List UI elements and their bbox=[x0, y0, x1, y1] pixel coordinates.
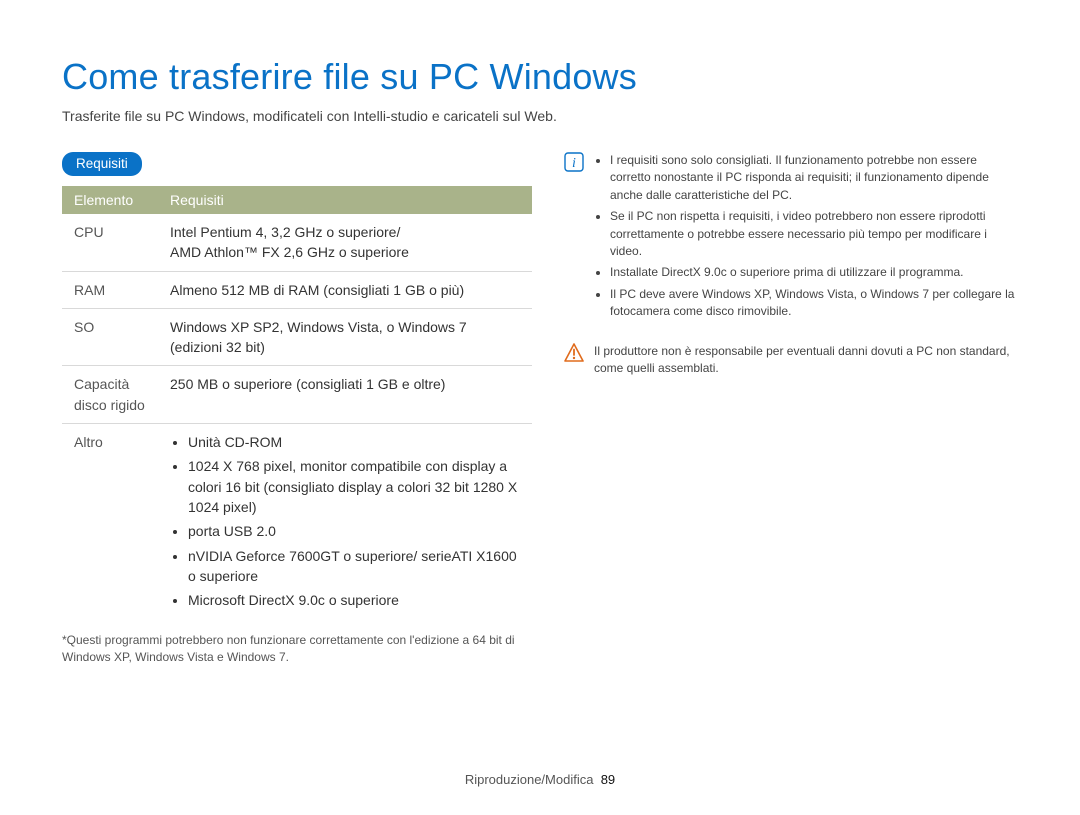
table-row: SO Windows XP SP2, Windows Vista, o Wind… bbox=[62, 308, 532, 366]
cell-value: Almeno 512 MB di RAM (consigliati 1 GB o… bbox=[158, 271, 532, 308]
list-item: porta USB 2.0 bbox=[188, 521, 520, 541]
list-item: Unità CD-ROM bbox=[188, 432, 520, 452]
page-subtitle: Trasferite file su PC Windows, modificat… bbox=[62, 108, 1018, 124]
cell-value: Windows XP SP2, Windows Vista, o Windows… bbox=[158, 308, 532, 366]
table-row: Altro Unità CD-ROM 1024 X 768 pixel, mon… bbox=[62, 424, 532, 623]
cell-value: Intel Pentium 4, 3,2 GHz o superiore/ AM… bbox=[158, 214, 532, 271]
list-item: I requisiti sono solo consigliati. Il fu… bbox=[610, 152, 1018, 204]
table-header-element: Elemento bbox=[62, 186, 158, 214]
page-footer: Riproduzione/Modifica 89 bbox=[0, 772, 1080, 787]
requirements-badge: Requisiti bbox=[62, 152, 142, 176]
list-item: nVIDIA Geforce 7600GT o superiore/ serie… bbox=[188, 546, 520, 587]
list-item: 1024 X 768 pixel, monitor compatibile co… bbox=[188, 456, 520, 517]
list-item: Se il PC non rispetta i requisiti, i vid… bbox=[610, 208, 1018, 260]
table-row: Capacità disco rigido 250 MB o superiore… bbox=[62, 366, 532, 424]
warning-note: Il produttore non è responsabile per eve… bbox=[564, 343, 1018, 378]
list-item: Il PC deve avere Windows XP, Windows Vis… bbox=[610, 286, 1018, 321]
info-icon: i bbox=[564, 152, 584, 172]
cell-label: Altro bbox=[62, 424, 158, 623]
table-header-requisiti: Requisiti bbox=[158, 186, 532, 214]
list-item: Installate DirectX 9.0c o superiore prim… bbox=[610, 264, 1018, 281]
warning-text: Il produttore non è responsabile per eve… bbox=[594, 343, 1018, 378]
table-row: CPU Intel Pentium 4, 3,2 GHz o superiore… bbox=[62, 214, 532, 271]
svg-text:i: i bbox=[572, 156, 576, 171]
table-row: RAM Almeno 512 MB di RAM (consigliati 1 … bbox=[62, 271, 532, 308]
cell-value: Unità CD-ROM 1024 X 768 pixel, monitor c… bbox=[158, 424, 532, 623]
requirements-table: Elemento Requisiti CPU Intel Pentium 4, … bbox=[62, 186, 532, 622]
cell-value: 250 MB o superiore (consigliati 1 GB e o… bbox=[158, 366, 532, 424]
page-title: Come trasferire file su PC Windows bbox=[62, 56, 1018, 98]
info-note: i I requisiti sono solo consigliati. Il … bbox=[564, 152, 1018, 325]
cell-label: Capacità disco rigido bbox=[62, 366, 158, 424]
footer-page-number: 89 bbox=[601, 772, 615, 787]
footer-section: Riproduzione/Modifica bbox=[465, 772, 594, 787]
warning-icon bbox=[564, 343, 584, 363]
cell-label: SO bbox=[62, 308, 158, 366]
footnote: *Questi programmi potrebbero non funzion… bbox=[62, 632, 532, 666]
cell-label: RAM bbox=[62, 271, 158, 308]
cell-label: CPU bbox=[62, 214, 158, 271]
list-item: Microsoft DirectX 9.0c o superiore bbox=[188, 590, 520, 610]
